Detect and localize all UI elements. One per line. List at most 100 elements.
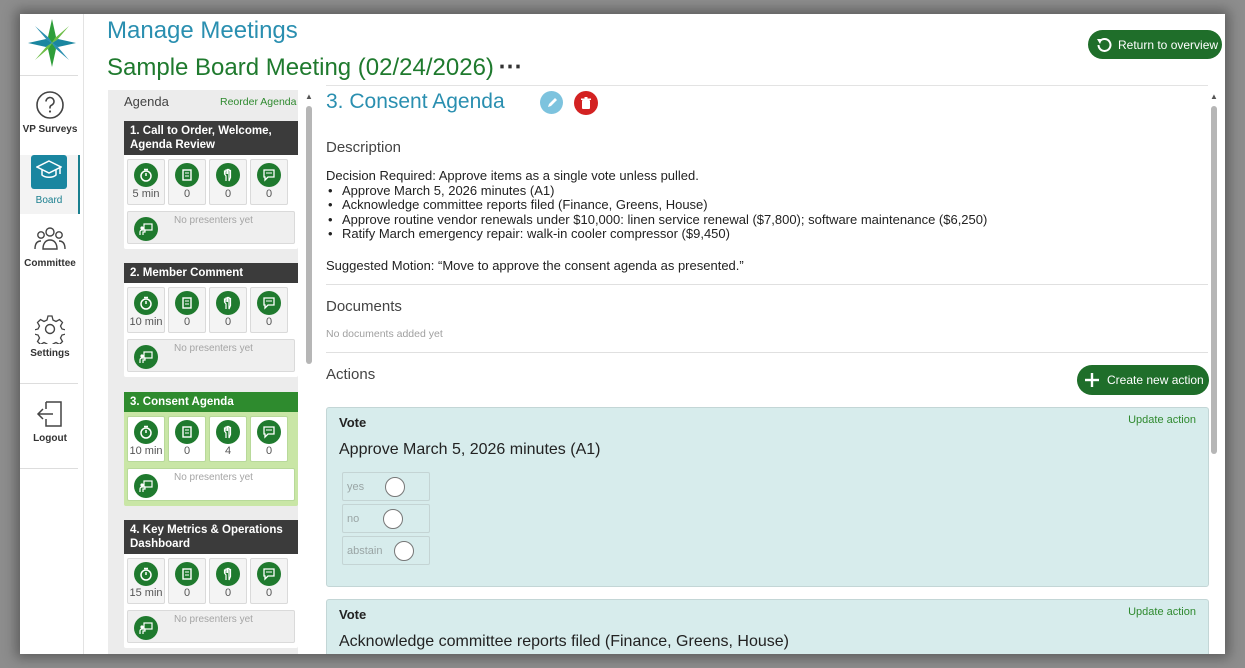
stat-value: 10 min bbox=[129, 445, 163, 457]
hand-vote-icon bbox=[216, 291, 240, 315]
delete-trash-icon[interactable] bbox=[574, 91, 598, 115]
list-item: Ratify March emergency repair: walk-in c… bbox=[326, 227, 1206, 242]
stat-value: 0 bbox=[183, 587, 191, 599]
hand-vote-icon bbox=[216, 562, 240, 586]
agenda-item-card[interactable]: 2. Member Comment 10 min 0 0 0 No presen… bbox=[124, 263, 298, 377]
vote-option-yes[interactable]: yes bbox=[342, 472, 430, 501]
edit-pencil-icon[interactable] bbox=[540, 91, 563, 114]
presenters-box[interactable]: No presenters yet bbox=[127, 211, 295, 244]
actions-stat: 0 bbox=[209, 558, 247, 604]
vote-action-card: Vote Update action Approve March 5, 2026… bbox=[326, 407, 1209, 587]
nav-item-committee[interactable]: Committee bbox=[20, 224, 80, 269]
more-options-icon[interactable]: ⋯ bbox=[498, 52, 523, 81]
question-circle-icon bbox=[36, 91, 64, 119]
presenters-box[interactable]: No presenters yet bbox=[127, 468, 295, 501]
no-presenters-text: No presenters yet bbox=[174, 614, 253, 625]
agenda-panel: Agenda Reorder Agenda 1. Call to Order, … bbox=[108, 90, 298, 654]
stat-value: 0 bbox=[183, 316, 191, 328]
presenters-box[interactable]: No presenters yet bbox=[127, 610, 295, 643]
logout-icon bbox=[36, 401, 62, 427]
presenter-icon bbox=[134, 345, 158, 369]
vote-option-no[interactable]: no bbox=[342, 504, 430, 533]
stat-value: 5 min bbox=[132, 188, 160, 200]
presenter-icon bbox=[134, 217, 158, 241]
documents-icon bbox=[175, 420, 199, 444]
nav-item-vp-surveys[interactable]: VP Surveys bbox=[20, 90, 80, 135]
scroll-up-arrow-icon[interactable]: ▲ bbox=[1210, 92, 1218, 101]
documents-stat: 0 bbox=[168, 159, 206, 205]
scrollbar-thumb[interactable] bbox=[306, 106, 312, 364]
stat-value: 0 bbox=[265, 445, 273, 457]
vote-question: Acknowledge committee reports filed (Fin… bbox=[339, 633, 789, 650]
presenters-box[interactable]: No presenters yet bbox=[127, 339, 295, 372]
vote-question: Approve March 5, 2026 minutes (A1) bbox=[339, 441, 601, 458]
notes-stat: 0 bbox=[250, 416, 288, 462]
agenda-scrollbar[interactable]: ▲ bbox=[305, 92, 313, 654]
vote-action-card: Vote Update action Acknowledge committee… bbox=[326, 599, 1209, 654]
radio-button[interactable] bbox=[383, 509, 403, 529]
nav-item-settings[interactable]: Settings bbox=[20, 314, 80, 359]
suggested-motion-text: Suggested Motion: “Move to approve the c… bbox=[326, 258, 744, 273]
update-action-link[interactable]: Update action bbox=[1128, 414, 1196, 426]
nav-divider bbox=[20, 468, 78, 469]
stat-value: 0 bbox=[265, 188, 273, 200]
duration-stat: 10 min bbox=[127, 287, 165, 333]
radio-button[interactable] bbox=[394, 541, 414, 561]
documents-icon bbox=[175, 163, 199, 187]
documents-icon bbox=[175, 291, 199, 315]
radio-button[interactable] bbox=[385, 477, 405, 497]
create-new-action-button[interactable]: Create new action bbox=[1077, 365, 1209, 395]
stopwatch-icon bbox=[134, 562, 158, 586]
create-action-label: Create new action bbox=[1107, 373, 1204, 387]
logo-star-icon bbox=[28, 19, 76, 67]
graduation-cap-icon bbox=[31, 155, 67, 189]
duration-stat: 15 min bbox=[127, 558, 165, 604]
return-to-overview-button[interactable]: Return to overview bbox=[1088, 30, 1222, 59]
scroll-up-arrow-icon[interactable]: ▲ bbox=[305, 92, 313, 101]
agenda-item-title: 3. Consent Agenda bbox=[124, 392, 298, 412]
agenda-item-title: 4. Key Metrics & Operations Dashboard bbox=[124, 520, 298, 554]
no-presenters-text: No presenters yet bbox=[174, 472, 253, 483]
no-presenters-text: No presenters yet bbox=[174, 215, 253, 226]
description-heading: Description bbox=[326, 139, 402, 156]
divider bbox=[326, 85, 1208, 86]
description-list: Approve March 5, 2026 minutes (A1) Ackno… bbox=[326, 183, 1206, 242]
notes-stat: 0 bbox=[250, 159, 288, 205]
agenda-item-card[interactable]: 4. Key Metrics & Operations Dashboard 15… bbox=[124, 520, 298, 648]
reorder-agenda-link[interactable]: Reorder Agenda bbox=[220, 96, 296, 108]
documents-stat: 0 bbox=[168, 416, 206, 462]
meeting-title: Sample Board Meeting (02/24/2026) bbox=[107, 54, 494, 81]
divider bbox=[326, 284, 1208, 285]
option-label: no bbox=[347, 513, 360, 525]
update-action-link[interactable]: Update action bbox=[1128, 606, 1196, 618]
list-item: Approve March 5, 2026 minutes (A1) bbox=[326, 183, 1206, 199]
agenda-item-card-active[interactable]: 3. Consent Agenda 10 min 0 4 0 No presen… bbox=[124, 392, 298, 506]
hand-vote-icon bbox=[216, 420, 240, 444]
nav-divider bbox=[20, 75, 78, 76]
decision-text: Decision Required: Approve items as a si… bbox=[326, 168, 699, 183]
vote-option-abstain[interactable]: abstain bbox=[342, 536, 430, 565]
nav-label: Settings bbox=[30, 348, 70, 359]
actions-stat: 0 bbox=[209, 159, 247, 205]
nav-item-board[interactable]: Board bbox=[20, 155, 80, 214]
return-label: Return to overview bbox=[1118, 37, 1219, 52]
nav-label: Logout bbox=[33, 433, 67, 444]
stat-value: 0 bbox=[224, 587, 232, 599]
list-item: Acknowledge committee reports filed (Fin… bbox=[326, 198, 1206, 213]
actions-heading: Actions bbox=[326, 366, 376, 383]
nav-label: Board bbox=[35, 195, 63, 206]
nav-item-logout[interactable]: Logout bbox=[20, 399, 80, 444]
agenda-item-card[interactable]: 1. Call to Order, Welcome, Agenda Review… bbox=[124, 121, 298, 249]
agenda-item-title: 2. Member Comment bbox=[124, 263, 298, 283]
hand-vote-icon bbox=[216, 163, 240, 187]
left-nav: VP Surveys Board Committee Settings Logo… bbox=[20, 14, 84, 654]
description-text: Decision Required: Approve items as a si… bbox=[326, 168, 1206, 242]
app-window: VP Surveys Board Committee Settings Logo… bbox=[20, 14, 1225, 654]
main-scrollbar[interactable]: ▲ bbox=[1210, 92, 1218, 654]
scrollbar-thumb[interactable] bbox=[1211, 106, 1217, 454]
stopwatch-icon bbox=[134, 420, 158, 444]
nav-label: Committee bbox=[24, 258, 76, 269]
people-group-icon bbox=[34, 227, 66, 250]
presenter-icon bbox=[134, 616, 158, 640]
page-title: Manage Meetings bbox=[107, 17, 298, 44]
